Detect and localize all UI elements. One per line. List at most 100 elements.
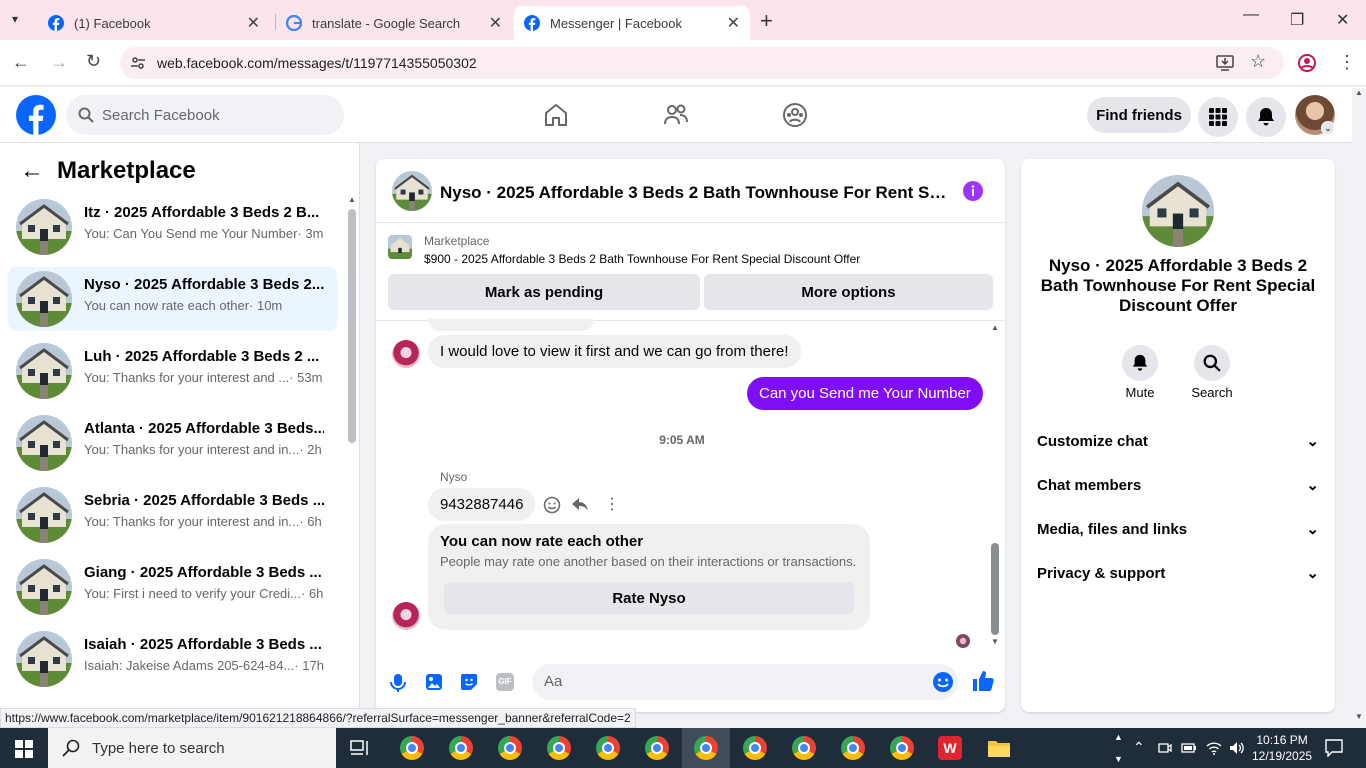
townhouse-photo-icon — [388, 235, 412, 259]
profile-icon[interactable] — [1298, 54, 1316, 72]
tab-google-search[interactable]: translate - Google Search ✕ — [276, 6, 512, 40]
url-field[interactable]: web.facebook.com/messages/t/119771435505… — [120, 47, 1284, 79]
meet-now-icon[interactable] — [1158, 741, 1172, 755]
taskbar-scroll-up-icon[interactable]: ▲ — [1114, 732, 1123, 742]
chrome-taskbar-icon[interactable] — [547, 736, 571, 760]
mark-as-pending-button[interactable]: Mark as pending — [388, 274, 700, 310]
tab-facebook[interactable]: (1) Facebook ✕ — [38, 6, 270, 40]
media-files-links-section[interactable]: Media, files and links ⌄ — [1037, 517, 1319, 541]
tab-close-icon[interactable]: ✕ — [247, 13, 260, 33]
message-incoming[interactable]: I would love to view it first and we can… — [428, 335, 801, 368]
reply-icon[interactable] — [571, 496, 589, 514]
minimize-icon[interactable]: — — [1243, 6, 1259, 24]
conversation-item[interactable]: Luh · 2025 Affordable 3 Beds 2 ... You: T… — [8, 339, 337, 403]
gif-icon[interactable]: GIF — [496, 673, 514, 691]
banner-listing-link[interactable]: $900 - 2025 Affordable 3 Beds 2 Bath Tow… — [424, 252, 860, 266]
like-thumb-icon[interactable] — [972, 670, 994, 692]
townhouse-photo-icon — [16, 559, 72, 615]
file-explorer-icon[interactable] — [987, 738, 1011, 758]
chrome-taskbar-icon[interactable] — [890, 736, 914, 760]
chat-scrollbar[interactable]: ▲ ▼ — [988, 323, 1002, 653]
back-arrow-icon[interactable]: ← — [20, 157, 44, 185]
chat-members-section[interactable]: Chat members ⌄ — [1037, 473, 1319, 497]
search-icon — [1203, 354, 1221, 372]
chrome-taskbar-icon[interactable] — [498, 736, 522, 760]
info-avatar[interactable] — [1142, 175, 1214, 247]
conversation-item[interactable]: Nyso · 2025 Affordable 3 Beds 2... You ca… — [8, 267, 337, 331]
conversation-avatar — [16, 415, 72, 471]
search-in-conversation-button[interactable] — [1194, 345, 1230, 381]
home-icon[interactable] — [543, 102, 569, 128]
sender-avatar[interactable] — [392, 602, 420, 630]
sticker-icon[interactable] — [460, 673, 478, 691]
show-hidden-icons-icon[interactable]: ⌃ — [1133, 739, 1145, 756]
wps-office-icon[interactable]: W — [938, 736, 962, 760]
customize-chat-section[interactable]: Customize chat ⌄ — [1037, 429, 1319, 453]
chrome-taskbar-icon[interactable] — [449, 736, 473, 760]
tab-messenger[interactable]: Messenger | Facebook ✕ — [514, 6, 750, 40]
conversation-item[interactable]: Atlanta · 2025 Affordable 3 Beds... You: … — [8, 411, 337, 475]
tab-close-icon[interactable]: ✕ — [489, 13, 502, 33]
conversation-item[interactable]: Isaiah · 2025 Affordable 3 Beds ... Isaia… — [8, 627, 337, 691]
message-outgoing[interactable]: Can you Send me Your Number — [747, 377, 983, 410]
attach-photo-icon[interactable] — [425, 673, 443, 691]
taskbar-search[interactable]: Type here to search — [48, 728, 336, 768]
task-view-icon[interactable] — [350, 739, 370, 757]
conversation-time: · 6h — [301, 586, 324, 601]
friends-icon[interactable] — [663, 102, 689, 128]
message-incoming-number[interactable]: 9432887446 — [428, 488, 536, 521]
sender-avatar[interactable] — [392, 340, 420, 368]
chrome-taskbar-icon[interactable] — [694, 736, 718, 760]
microphone-icon[interactable] — [390, 673, 406, 693]
bookmark-star-icon[interactable]: ☆ — [1250, 51, 1266, 72]
more-actions-icon[interactable]: ⋮ — [604, 494, 620, 514]
restore-icon[interactable]: ❐ — [1290, 10, 1304, 30]
facebook-logo-icon[interactable] — [16, 95, 56, 135]
menu-button[interactable] — [1198, 97, 1238, 137]
message-composer[interactable]: Aa — [532, 664, 958, 700]
conversation-item[interactable]: Giang · 2025 Affordable 3 Beds ... You: F… — [8, 555, 337, 619]
rate-nyso-button[interactable]: Rate Nyso — [444, 582, 854, 614]
chat-avatar[interactable] — [392, 171, 432, 211]
chrome-taskbar-icon[interactable] — [645, 736, 669, 760]
more-options-button[interactable]: More options — [704, 274, 993, 310]
conversation-item[interactable]: Itz · 2025 Affordable 3 Beds 2 B... You: … — [8, 195, 337, 259]
back-arrow-icon[interactable]: ← — [12, 52, 30, 73]
listing-thumbnail[interactable] — [388, 235, 412, 259]
chrome-taskbar-icon[interactable] — [596, 736, 620, 760]
new-tab-plus-icon[interactable]: + — [760, 8, 773, 34]
wifi-icon[interactable] — [1206, 740, 1222, 756]
tab-close-icon[interactable]: ✕ — [727, 13, 740, 33]
taskbar-scroll-down-icon[interactable]: ▼ — [1114, 754, 1123, 764]
chrome-taskbar-icon[interactable] — [743, 736, 767, 760]
conversation-info-icon[interactable] — [963, 181, 983, 201]
browser-menu-icon[interactable]: ⋮ — [1338, 52, 1356, 73]
window-close-icon[interactable]: ✕ — [1336, 10, 1349, 30]
forward-arrow-icon[interactable]: → — [50, 52, 68, 73]
site-info-icon[interactable] — [130, 55, 146, 71]
battery-icon[interactable] — [1181, 742, 1197, 754]
tab-list-chevron-icon[interactable]: ▾ — [12, 12, 18, 26]
chrome-taskbar-icon[interactable] — [792, 736, 816, 760]
account-chevron-icon[interactable]: ⌄ — [1321, 121, 1335, 135]
emoji-icon[interactable] — [932, 671, 954, 693]
reload-icon[interactable]: ↻ — [86, 51, 101, 72]
taskbar-clock[interactable]: 10:16 PM 12/19/2025 — [1252, 732, 1312, 764]
sidebar-scrollbar[interactable]: ▲ — [345, 195, 357, 728]
chrome-taskbar-icon[interactable] — [400, 736, 424, 760]
facebook-favicon-icon — [524, 15, 540, 31]
windows-start-icon[interactable] — [15, 740, 33, 758]
notifications-button[interactable] — [1246, 97, 1286, 137]
find-friends-button[interactable]: Find friends — [1087, 97, 1191, 133]
chrome-taskbar-icon[interactable] — [841, 736, 865, 760]
facebook-search[interactable]: Search Facebook — [66, 95, 344, 135]
page-scrollbar[interactable]: ▲ ▼ — [1352, 88, 1366, 728]
mute-button[interactable] — [1122, 345, 1158, 381]
install-app-icon[interactable] — [1216, 55, 1234, 71]
notification-center-icon[interactable] — [1325, 739, 1343, 757]
privacy-support-section[interactable]: Privacy & support ⌄ — [1037, 561, 1319, 585]
groups-icon[interactable] — [782, 102, 808, 128]
react-emoji-icon[interactable] — [543, 496, 561, 514]
conversation-item[interactable]: Sebria · 2025 Affordable 3 Beds ... You: … — [8, 483, 337, 547]
volume-icon[interactable] — [1229, 740, 1245, 756]
